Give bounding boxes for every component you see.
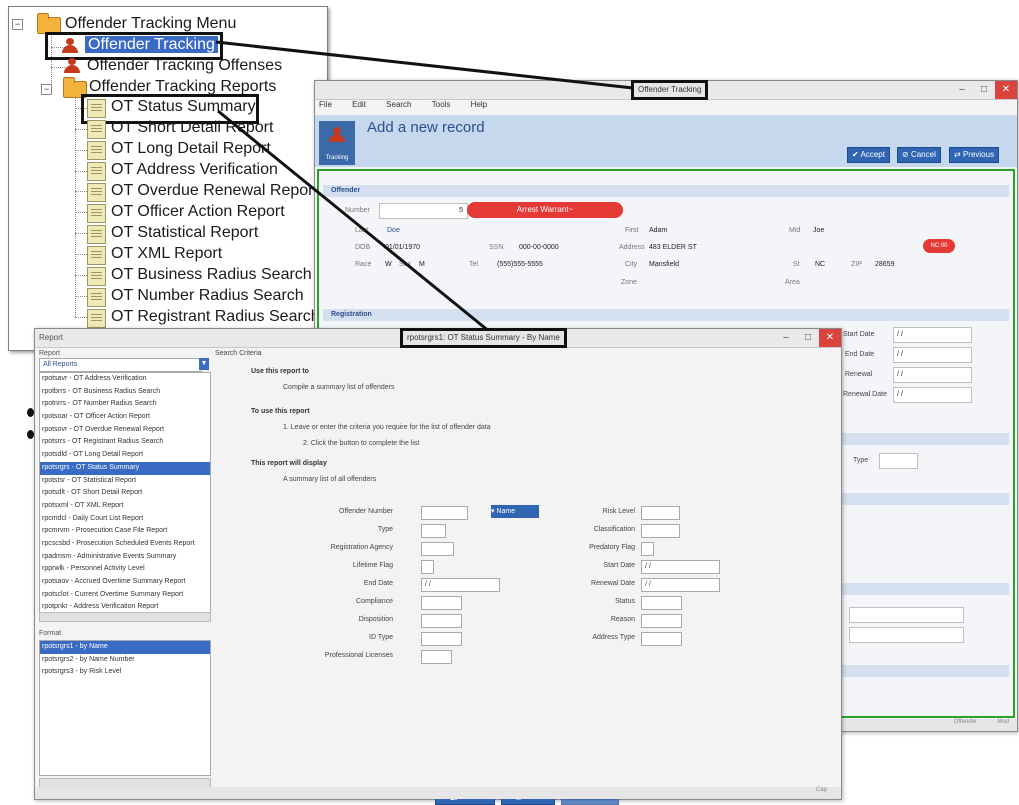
callout-lines: [215, 40, 634, 334]
callout-offender-tracking: Offender Tracking: [631, 80, 709, 100]
bullet-dot: [27, 430, 34, 439]
callout-line: [215, 40, 634, 90]
callout-status-summary: rpotsrgrs1: OT Status Summary - By Name: [400, 328, 567, 348]
bullet-dot: [27, 408, 34, 417]
callout-line: [217, 109, 491, 334]
